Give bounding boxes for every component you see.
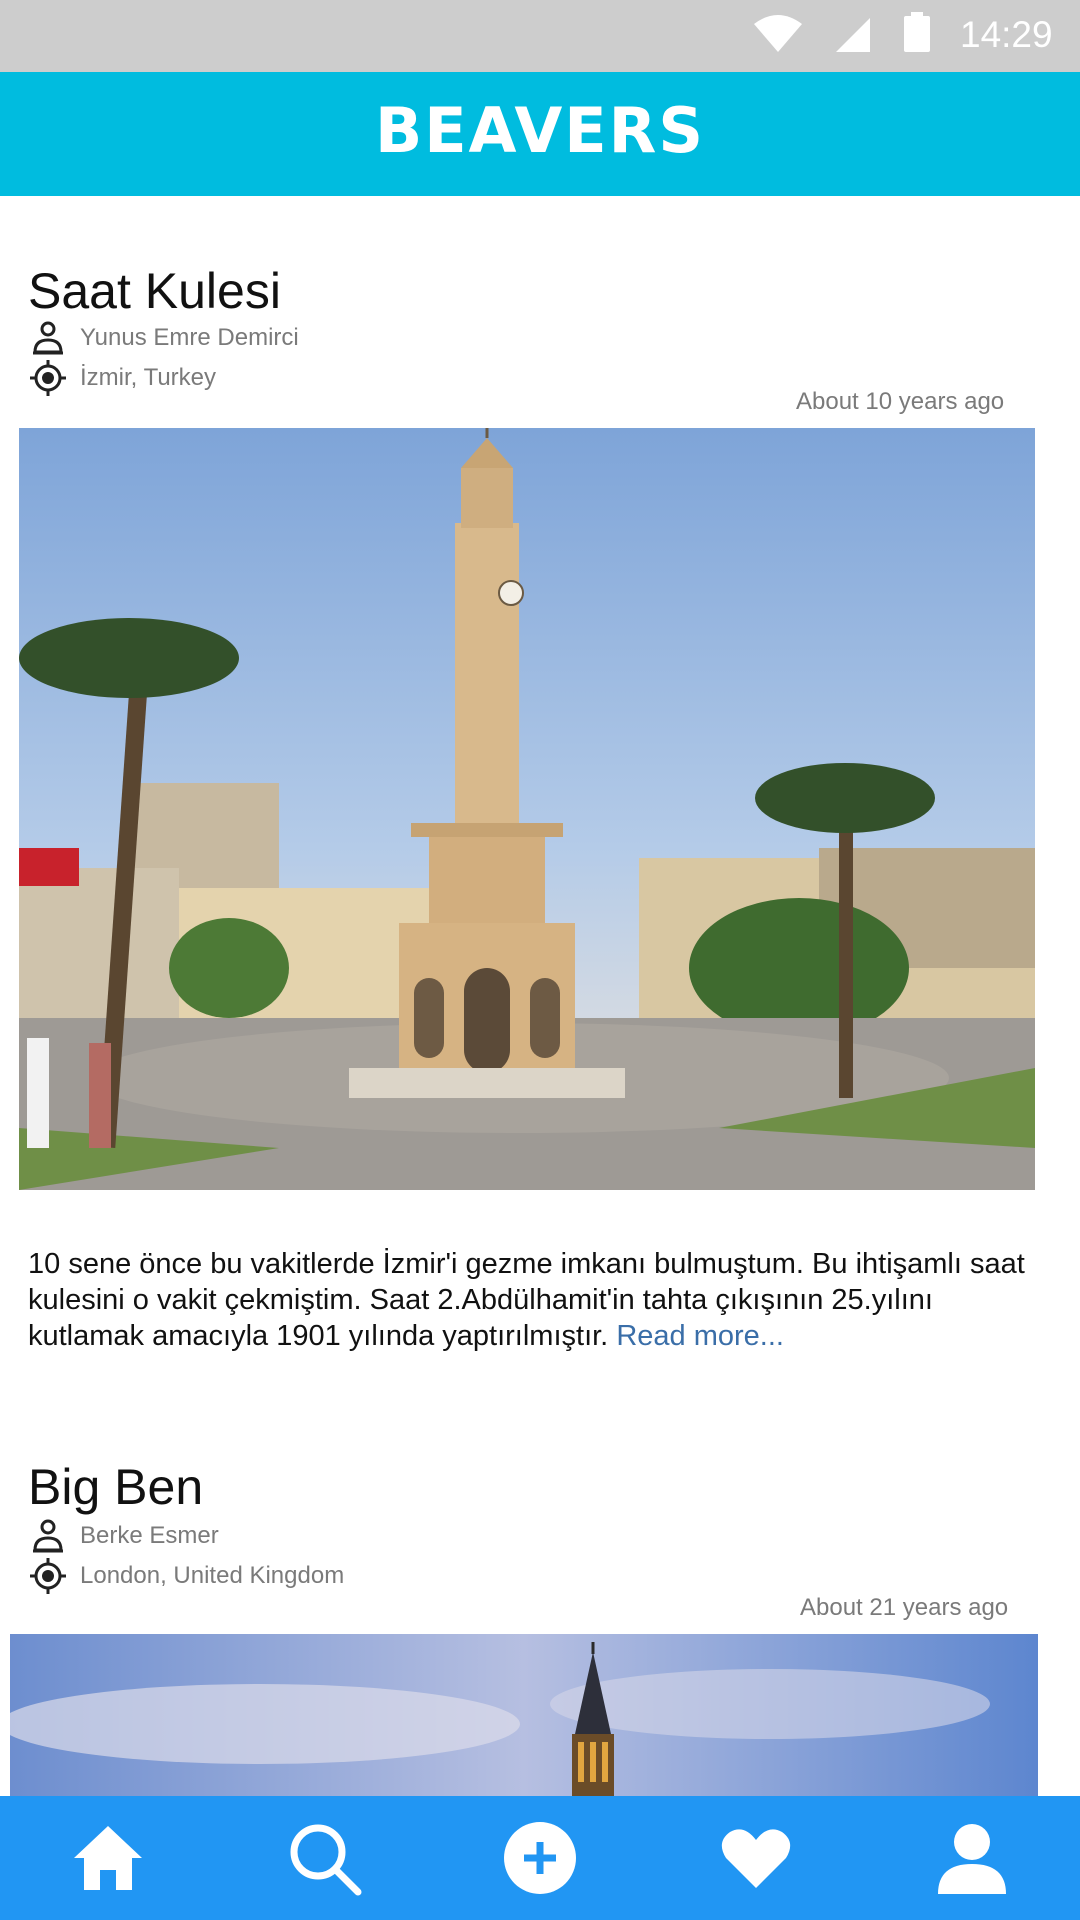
location-name: İzmir, Turkey [80,364,217,391]
post-title[interactable]: Big Ben [28,1458,203,1516]
search-icon [290,1824,362,1896]
post-description: 10 sene önce bu vakitlerde İzmir'i gezme… [28,1246,1038,1354]
heart-icon [721,1829,791,1888]
nav-search[interactable] [264,1796,384,1920]
app-logo: BEAVERS [374,94,706,167]
profile-icon [938,1824,1006,1894]
nav-add[interactable] [480,1796,600,1920]
post-location[interactable]: İzmir, Turkey [30,360,216,396]
clock-tower-photo[interactable] [19,428,1035,1190]
post-title[interactable]: Saat Kulesi [28,262,281,320]
post-body-text: 10 sene önce bu vakitlerde İzmir'i gezme… [28,1248,1025,1352]
post-card[interactable]: Saat Kulesi Yunus Emre Demirci İzmir, Tu… [0,196,1080,1352]
post-author[interactable]: Yunus Emre Demirci [30,320,299,356]
battery-icon [904,12,930,52]
author-name: Yunus Emre Demirci [80,324,299,351]
post-timestamp: About 10 years ago [796,388,1005,415]
home-icon [74,1826,142,1890]
add-icon [504,1822,576,1894]
signal-icon [836,18,870,52]
location-target-icon [30,360,66,396]
author-name: Berke Esmer [80,1522,219,1549]
nav-home[interactable] [48,1796,168,1920]
user-icon [33,321,63,355]
status-time: 14:29 [960,14,1053,55]
post-timestamp: About 21 years ago [800,1594,1009,1621]
app-bar: BEAVERS [0,72,1080,196]
read-more-link[interactable]: Read more... [616,1320,784,1352]
big-ben-photo[interactable] [10,1634,1038,1796]
status-bar: 14:29 [0,0,1080,72]
location-target-icon [30,1558,66,1594]
nav-favorites[interactable] [696,1796,816,1920]
post-card[interactable]: Big Ben Berke Esmer London, United Kingd… [0,1396,1080,1796]
bottom-navigation [0,1796,1080,1920]
post-location[interactable]: London, United Kingdom [30,1558,344,1594]
location-name: London, United Kingdom [80,1562,345,1589]
post-author[interactable]: Berke Esmer [30,1518,219,1554]
wifi-icon [754,15,802,52]
nav-profile[interactable] [912,1796,1032,1920]
user-icon [33,1519,63,1553]
